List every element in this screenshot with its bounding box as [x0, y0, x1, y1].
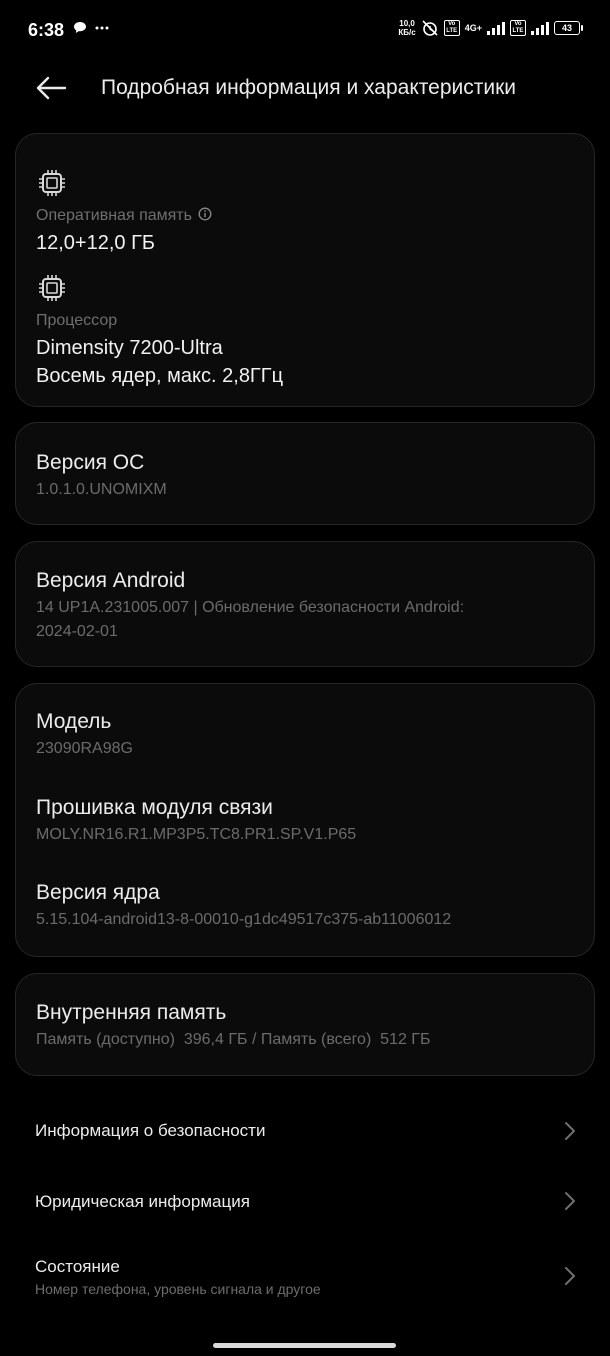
- storage-detail: Память (доступно) 396,4 ГБ / Память (все…: [36, 1031, 431, 1048]
- volte-badge-2: Vo LTE: [510, 20, 526, 36]
- android-version-card[interactable]: Версия Android 14 UP1A.231005.007 | Обно…: [15, 541, 595, 667]
- kernel-value: 5.15.104-android13-8-00010-g1dc49517c375…: [36, 911, 452, 928]
- battery-icon: 43: [554, 21, 583, 35]
- ram-value: 12,0+12,0 ГБ: [36, 232, 156, 254]
- cpu-detail: Восемь ядер, макс. 2,8ГГц: [36, 365, 284, 387]
- network-type: 4G+: [464, 23, 482, 33]
- arrow-left-icon: [36, 76, 67, 100]
- legal-info-label: Юридическая информация: [35, 1192, 250, 1211]
- android-version-line2: 2024-02-01: [36, 623, 118, 640]
- kernel-label: Версия ядра: [36, 881, 160, 904]
- model-label: Модель: [36, 710, 112, 733]
- chevron-right-icon: [565, 1192, 575, 1210]
- chevron-right-icon: [565, 1122, 575, 1140]
- baseband-label: Прошивка модуля связи: [36, 796, 273, 819]
- android-version-line1: 14 UP1A.231005.007 | Обновление безопасн…: [36, 599, 465, 616]
- signal-icon: [487, 21, 505, 35]
- os-version-card[interactable]: Версия ОС 1.0.1.0.UNOMIXM: [15, 422, 595, 525]
- chevron-right-icon: [565, 1267, 575, 1285]
- alarm-off-icon: [422, 20, 438, 36]
- status-time: 6:38: [28, 20, 65, 40]
- cpu-label: Процессор: [36, 312, 118, 329]
- device-info-card: Модель 23090RA98G Прошивка модуля связи …: [15, 683, 595, 957]
- baseband-value: MOLY.NR16.R1.MP3P5.TC8.PR1.SP.V1.P65: [36, 826, 357, 843]
- volte-badge-1: Vo LTE: [443, 20, 460, 36]
- chat-bubble-icon: [74, 22, 86, 33]
- cpu-chip-icon: [39, 275, 65, 301]
- storage-card[interactable]: Внутренняя память Память (доступно) 396,…: [15, 973, 595, 1076]
- status-subtitle: Номер телефона, уровень сигнала и другое: [35, 1281, 321, 1297]
- android-version-title: Версия Android: [36, 569, 186, 592]
- signal-icon: [531, 21, 549, 35]
- info-icon[interactable]: [198, 207, 212, 221]
- status-title: Состояние: [35, 1257, 120, 1276]
- os-version-value: 1.0.1.0.UNOMIXM: [36, 481, 167, 498]
- model-value: 23090RA98G: [36, 740, 133, 757]
- more-dots-icon: [95, 26, 109, 29]
- memory-chip-icon: [39, 170, 65, 196]
- status-row[interactable]: Состояние Номер телефона, уровень сигнал…: [0, 1240, 610, 1310]
- back-button[interactable]: [34, 74, 68, 102]
- page-title: Подробная информация и характеристики: [101, 76, 517, 99]
- cpu-name: Dimensity 7200-Ultra: [36, 337, 223, 359]
- ram-label: Оперативная память: [36, 207, 212, 225]
- hardware-card: Оперативная память 12,0+12,0 ГБ Процессо…: [15, 133, 595, 407]
- status-bar: 6:38 10,0 КБ/с Vo LTE 4G+ Vo LTE 43: [0, 0, 610, 60]
- network-speed: 10,0 КБ/с: [398, 19, 416, 37]
- home-indicator[interactable]: [213, 1343, 396, 1348]
- os-version-title: Версия ОС: [36, 451, 145, 474]
- storage-title: Внутренняя память: [36, 1001, 227, 1024]
- security-info-row[interactable]: Информация о безопасности: [0, 1100, 610, 1162]
- header: Подробная информация и характеристики: [0, 60, 610, 116]
- legal-info-row[interactable]: Юридическая информация: [0, 1170, 610, 1232]
- security-info-label: Информация о безопасности: [35, 1121, 266, 1140]
